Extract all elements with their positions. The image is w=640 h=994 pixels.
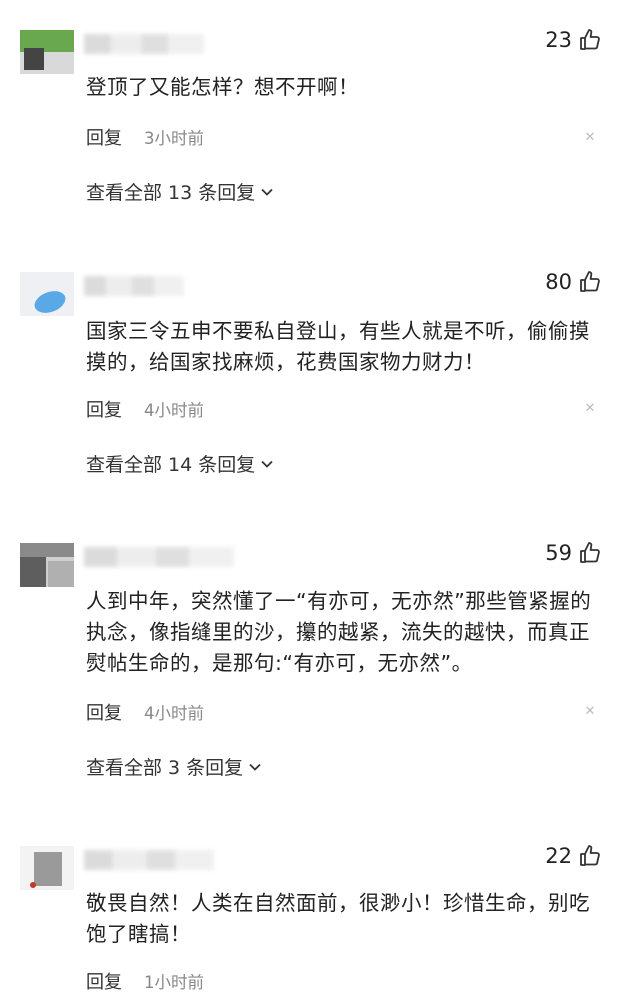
like-button[interactable]: 80 [545,270,602,294]
username[interactable] [84,276,184,296]
comment-meta: 回复 1小时前 [86,968,204,994]
comment-text: 登顶了又能怎样？想不开啊！ [86,75,359,99]
timestamp: 3小时前 [144,129,204,148]
view-all-replies-label: 查看全部 14 条回复 [86,454,256,476]
view-all-replies-label: 查看全部 3 条回复 [86,757,244,779]
avatar[interactable] [20,272,74,316]
username[interactable] [84,34,204,54]
close-icon[interactable]: ✕ [584,131,596,144]
timestamp: 4小时前 [144,704,204,723]
chevron-down-icon [261,460,273,468]
reply-button[interactable]: 回复 [86,699,122,725]
view-all-replies-button[interactable]: 查看全部 14 条回复 [86,450,274,477]
thumbs-up-icon [580,29,600,50]
comment-meta: 回复 3小时前 [86,124,204,150]
close-icon[interactable]: ✕ [584,402,596,415]
like-button[interactable]: 59 [545,541,602,565]
comment-text: 敬畏自然！人类在自然面前，很渺小！珍惜生命，别吃饱了瞎搞！ [86,891,590,946]
reply-button[interactable]: 回复 [86,124,122,150]
thumbs-up-icon [580,845,600,866]
thumbs-up-icon [580,542,600,563]
like-button[interactable]: 23 [545,28,602,52]
view-all-replies-label: 查看全部 13 条回复 [86,182,256,204]
chevron-down-icon [261,188,273,196]
thumbs-up-icon [580,271,600,292]
timestamp: 1小时前 [144,973,204,992]
chevron-down-icon [249,763,261,771]
username[interactable] [84,547,234,567]
comment-text: 人到中年，突然懂了一“有亦可，无亦然”那些管紧握的执念，像指缝里的沙，攥的越紧，… [86,589,592,675]
comment-meta: 回复 4小时前 [86,699,204,725]
comment-text: 国家三令五申不要私自登山，有些人就是不听，偷偷摸摸的，给国家找麻烦，花费国家物力… [86,319,590,374]
reply-button[interactable]: 回复 [86,968,122,994]
username[interactable] [84,850,214,870]
like-count: 22 [545,844,572,868]
avatar[interactable] [20,846,74,890]
like-count: 23 [545,28,572,52]
view-all-replies-button[interactable]: 查看全部 3 条回复 [86,753,262,780]
avatar[interactable] [20,543,74,587]
like-button[interactable]: 22 [545,844,602,868]
like-count: 59 [545,541,572,565]
view-all-replies-button[interactable]: 查看全部 13 条回复 [86,178,274,205]
reply-button[interactable]: 回复 [86,396,122,422]
close-icon[interactable]: ✕ [584,705,596,718]
avatar[interactable] [20,30,74,74]
timestamp: 4小时前 [144,401,204,420]
comment-meta: 回复 4小时前 [86,396,204,422]
like-count: 80 [545,270,572,294]
